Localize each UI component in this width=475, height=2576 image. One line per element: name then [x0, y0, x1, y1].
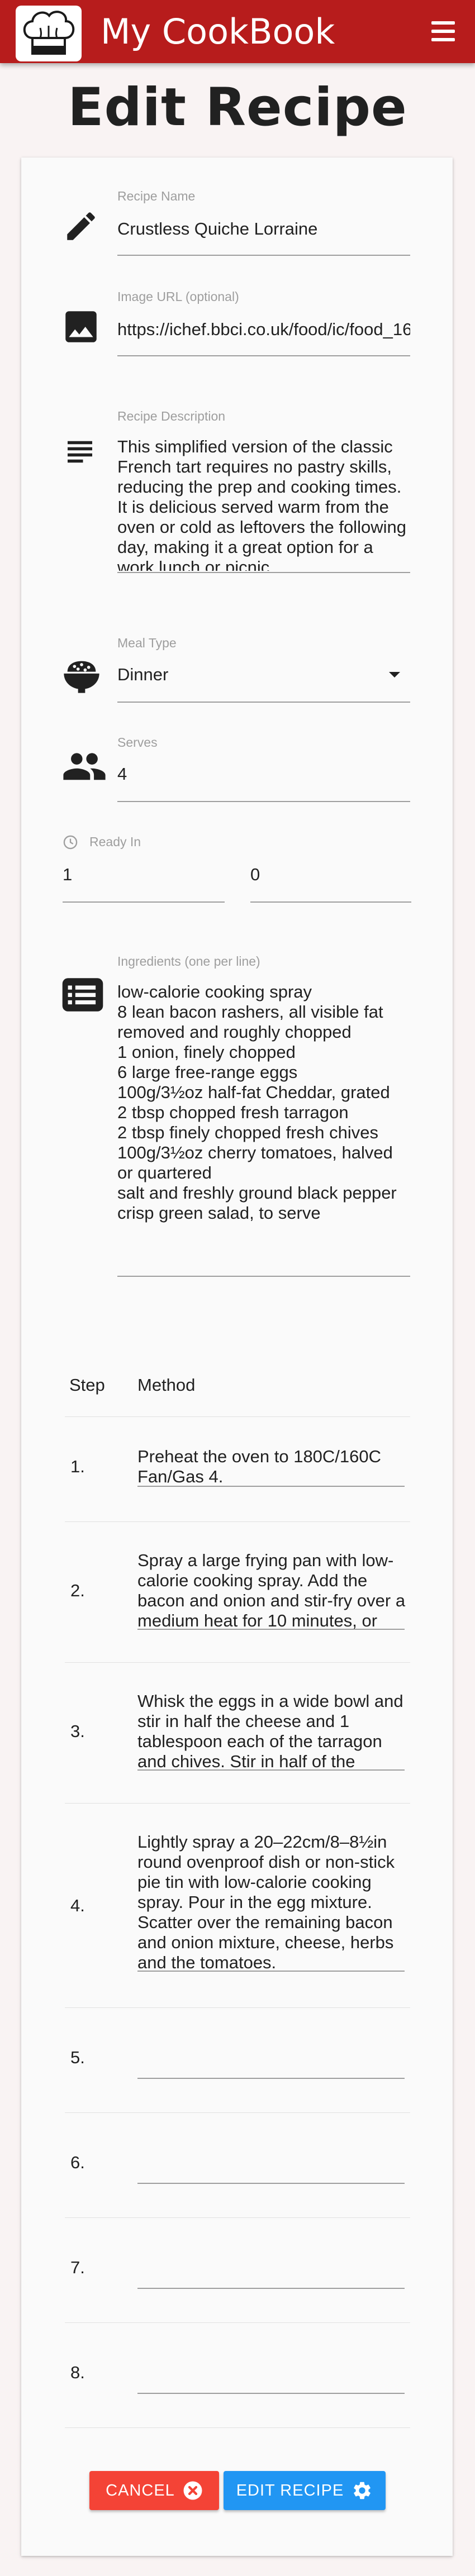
- meal-type-underline: [117, 702, 410, 703]
- step-method-input[interactable]: [137, 2362, 406, 2384]
- close-circle-icon: [183, 2481, 202, 2500]
- cancel-button-label: CANCEL: [106, 2481, 175, 2499]
- image-icon: [65, 311, 97, 342]
- method-column-header: Method: [137, 1375, 196, 1395]
- page-title: Edit Recipe: [68, 77, 407, 138]
- step-method-input[interactable]: Spray a large frying pan with low-calori…: [137, 1551, 406, 1630]
- edit-recipe-button[interactable]: EDIT RECIPE: [224, 2471, 386, 2510]
- step-underline: [137, 2183, 405, 2184]
- step-underline: [137, 2288, 405, 2289]
- serves-label: Serves: [117, 735, 158, 750]
- row-divider: [65, 2217, 410, 2218]
- chevron-down-icon[interactable]: [388, 670, 401, 679]
- hamburger-menu-icon[interactable]: [431, 21, 455, 41]
- recipe-name-underline: [117, 255, 410, 256]
- step-number: 8.: [70, 2363, 85, 2382]
- recipe-name-input[interactable]: Crustless Quiche Lorraine: [117, 219, 409, 239]
- ready-in-minutes-underline: [250, 901, 411, 903]
- serves-input[interactable]: 4: [117, 764, 408, 784]
- ingredients-underline: [117, 1276, 410, 1277]
- row-divider: [65, 1803, 410, 1804]
- image-url-label: Image URL (optional): [117, 289, 239, 304]
- navbar: My CookBook: [0, 0, 475, 63]
- ready-in-label: Ready In: [89, 834, 141, 849]
- row-divider: [65, 1662, 410, 1663]
- step-underline: [137, 1971, 405, 1972]
- step-underline: [137, 2393, 405, 2394]
- ready-in-hours-underline: [63, 901, 225, 903]
- brand-title[interactable]: My CookBook: [101, 0, 335, 63]
- recipe-name-label: Recipe Name: [117, 189, 196, 203]
- image-url-input[interactable]: https://ichef.bbci.co.uk/food/ic/food_16…: [117, 319, 410, 340]
- ready-in-minutes-input[interactable]: 0: [250, 865, 407, 885]
- logo[interactable]: [16, 6, 82, 61]
- rice-bowl-icon: [64, 661, 99, 693]
- step-column-header: Step: [69, 1375, 105, 1395]
- step-number: 4.: [70, 1896, 85, 1915]
- row-divider: [65, 2427, 410, 2428]
- step-method-input[interactable]: Lightly spray a 20–22cm/8–8½in round ove…: [137, 1832, 406, 1972]
- row-divider: [65, 2007, 410, 2008]
- step-method-input[interactable]: [137, 2257, 406, 2279]
- clock-icon: [63, 835, 78, 850]
- ready-in-hours-input[interactable]: 1: [63, 865, 219, 885]
- text-lines-icon: [68, 441, 92, 463]
- row-divider: [65, 2322, 410, 2323]
- step-number: 5.: [70, 2048, 85, 2067]
- ingredients-textarea[interactable]: low-calorie cooking spray 8 lean bacon r…: [117, 982, 412, 1252]
- step-number: 7.: [70, 2258, 85, 2277]
- row-divider: [65, 2112, 410, 2113]
- image-url-underline: [117, 355, 410, 356]
- description-textarea[interactable]: This simplified version of the classic F…: [117, 437, 412, 571]
- description-underline: [117, 572, 410, 573]
- step-number: 1.: [70, 1457, 85, 1476]
- meal-type-select[interactable]: Dinner: [117, 665, 363, 685]
- step-number: 2.: [70, 1581, 85, 1600]
- step-underline: [137, 1769, 405, 1771]
- header-divider: [65, 1416, 410, 1417]
- serves-underline: [117, 801, 410, 802]
- description-label: Recipe Description: [117, 409, 226, 423]
- step-number: 3.: [70, 1721, 85, 1741]
- edit-recipe-button-label: EDIT RECIPE: [236, 2481, 344, 2499]
- step-underline: [137, 1486, 405, 1487]
- list-icon: [62, 978, 103, 1012]
- step-number: 6.: [70, 2153, 85, 2172]
- step-method-input[interactable]: [137, 2152, 406, 2174]
- step-method-input[interactable]: [137, 2047, 406, 2069]
- meal-type-label: Meal Type: [117, 636, 177, 650]
- step-method-input[interactable]: Whisk the eggs in a wide bowl and stir i…: [137, 1691, 406, 1771]
- step-method-input[interactable]: Preheat the oven to 180C/160C Fan/Gas 4.: [137, 1447, 406, 1487]
- people-icon: [63, 753, 106, 780]
- row-divider: [65, 1521, 410, 1522]
- cancel-button[interactable]: CANCEL: [89, 2471, 219, 2510]
- chef-hat-icon: [23, 11, 75, 55]
- ingredients-label: Ingredients (one per line): [117, 954, 260, 969]
- gear-icon: [354, 2482, 371, 2499]
- step-underline: [137, 1629, 405, 1630]
- pencil-icon: [67, 212, 95, 240]
- step-underline: [137, 2078, 405, 2079]
